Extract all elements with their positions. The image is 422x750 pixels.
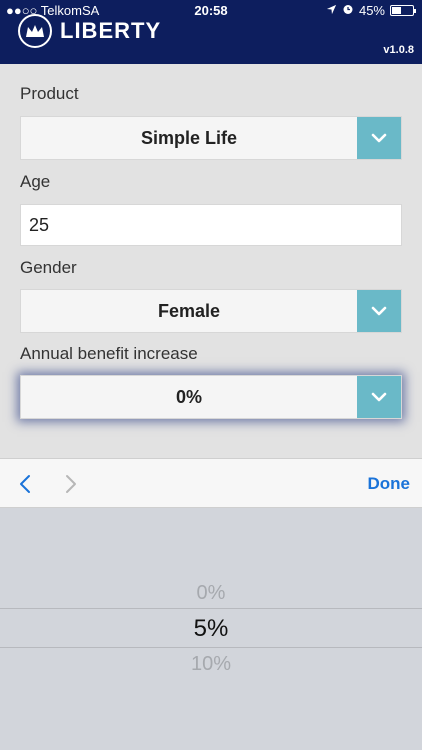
alarm-icon [342,3,354,18]
version-label: v1.0.8 [383,44,414,56]
liberty-crown-icon [18,14,52,48]
product-value: Simple Life [140,128,238,148]
benefit-picker[interactable]: 0% 5% 10% [0,508,422,750]
location-icon [326,3,337,18]
chevron-down-icon[interactable] [357,376,401,418]
benefit-select[interactable]: 0% [20,375,402,419]
picker-toolbar: Done [0,458,422,508]
picker-option[interactable]: 0% [0,582,422,605]
picker-option-selected[interactable]: 5% [0,615,422,643]
brand-name: LIBERTY [60,18,162,43]
chevron-down-icon[interactable] [357,290,401,332]
battery-percent: 45% [358,3,385,18]
picker-selection-bottom-line [0,647,422,648]
status-right: 45% [326,3,416,18]
app-header: ●●○○ TelkomSA 20:58 45% LIBERTY v1.0.8 [0,0,422,64]
next-field-button[interactable] [56,469,86,499]
chevron-down-icon[interactable] [357,117,401,159]
done-button[interactable]: Done [368,474,411,494]
product-label: Product [20,84,79,103]
product-select[interactable]: Simple Life [20,116,402,160]
gender-select[interactable]: Female [20,289,402,333]
picker-option[interactable]: 10% [0,653,422,676]
battery-icon [390,5,416,16]
chevron-left-icon [20,475,30,493]
picker-selection-top-line [0,608,422,609]
gender-value: Female [157,301,221,321]
benefit-label: Annual benefit increase [20,344,198,363]
gender-label: Gender [20,258,77,277]
age-label: Age [20,172,51,191]
benefit-value: 0% [175,387,202,407]
liberty-logo: LIBERTY [18,14,161,48]
quote-form: Product Simple Life Age 25 Gender Female… [0,64,422,458]
previous-field-button[interactable] [10,469,40,499]
chevron-right-icon [66,475,76,493]
age-input[interactable]: 25 [20,204,402,246]
